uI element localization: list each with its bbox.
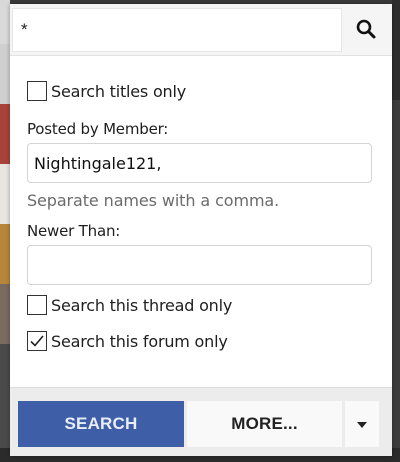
background-strip-5 [0,284,10,344]
background-strip-2 [0,104,10,164]
posted-by-member-field[interactable] [27,143,372,183]
background-strip-1 [0,44,10,104]
titles-only-label: Search titles only [51,81,187,101]
background-strip-6 [0,344,10,448]
search-icon [356,19,376,42]
checkmark-icon [30,335,44,347]
search-button[interactable]: SEARCH [18,401,184,447]
background-strip-4 [0,224,10,284]
thread-only-checkbox[interactable] [27,295,47,315]
background-right-top [392,0,400,100]
titles-only-checkbox[interactable] [27,81,47,101]
search-input[interactable] [12,8,342,52]
newer-than-field[interactable] [27,245,372,285]
search-popup: Search titles only Posted by Member: Sep… [10,4,392,456]
thread-only-option[interactable]: Search this thread only [27,295,232,315]
titles-only-option[interactable]: Search titles only [27,81,186,101]
posted-by-hint: Separate names with a comma. [27,191,280,210]
newer-than-label: Newer Than: [27,222,121,240]
forum-only-option[interactable]: Search this forum only [27,331,228,351]
forum-only-checkbox[interactable] [27,331,47,351]
background-right-bottom [392,100,400,462]
search-submit-button[interactable] [344,8,388,52]
background-strip-top [0,0,10,44]
popup-footer: SEARCH MORE... [10,387,392,456]
more-button[interactable]: MORE... [187,401,342,447]
posted-by-label: Posted by Member: [27,120,169,138]
caret-down-icon [356,414,368,434]
forum-only-label: Search this forum only [51,331,228,351]
search-bar [10,4,392,56]
background-strip-3 [0,164,10,224]
thread-only-label: Search this thread only [51,295,233,315]
more-options-dropdown-button[interactable] [345,401,379,447]
